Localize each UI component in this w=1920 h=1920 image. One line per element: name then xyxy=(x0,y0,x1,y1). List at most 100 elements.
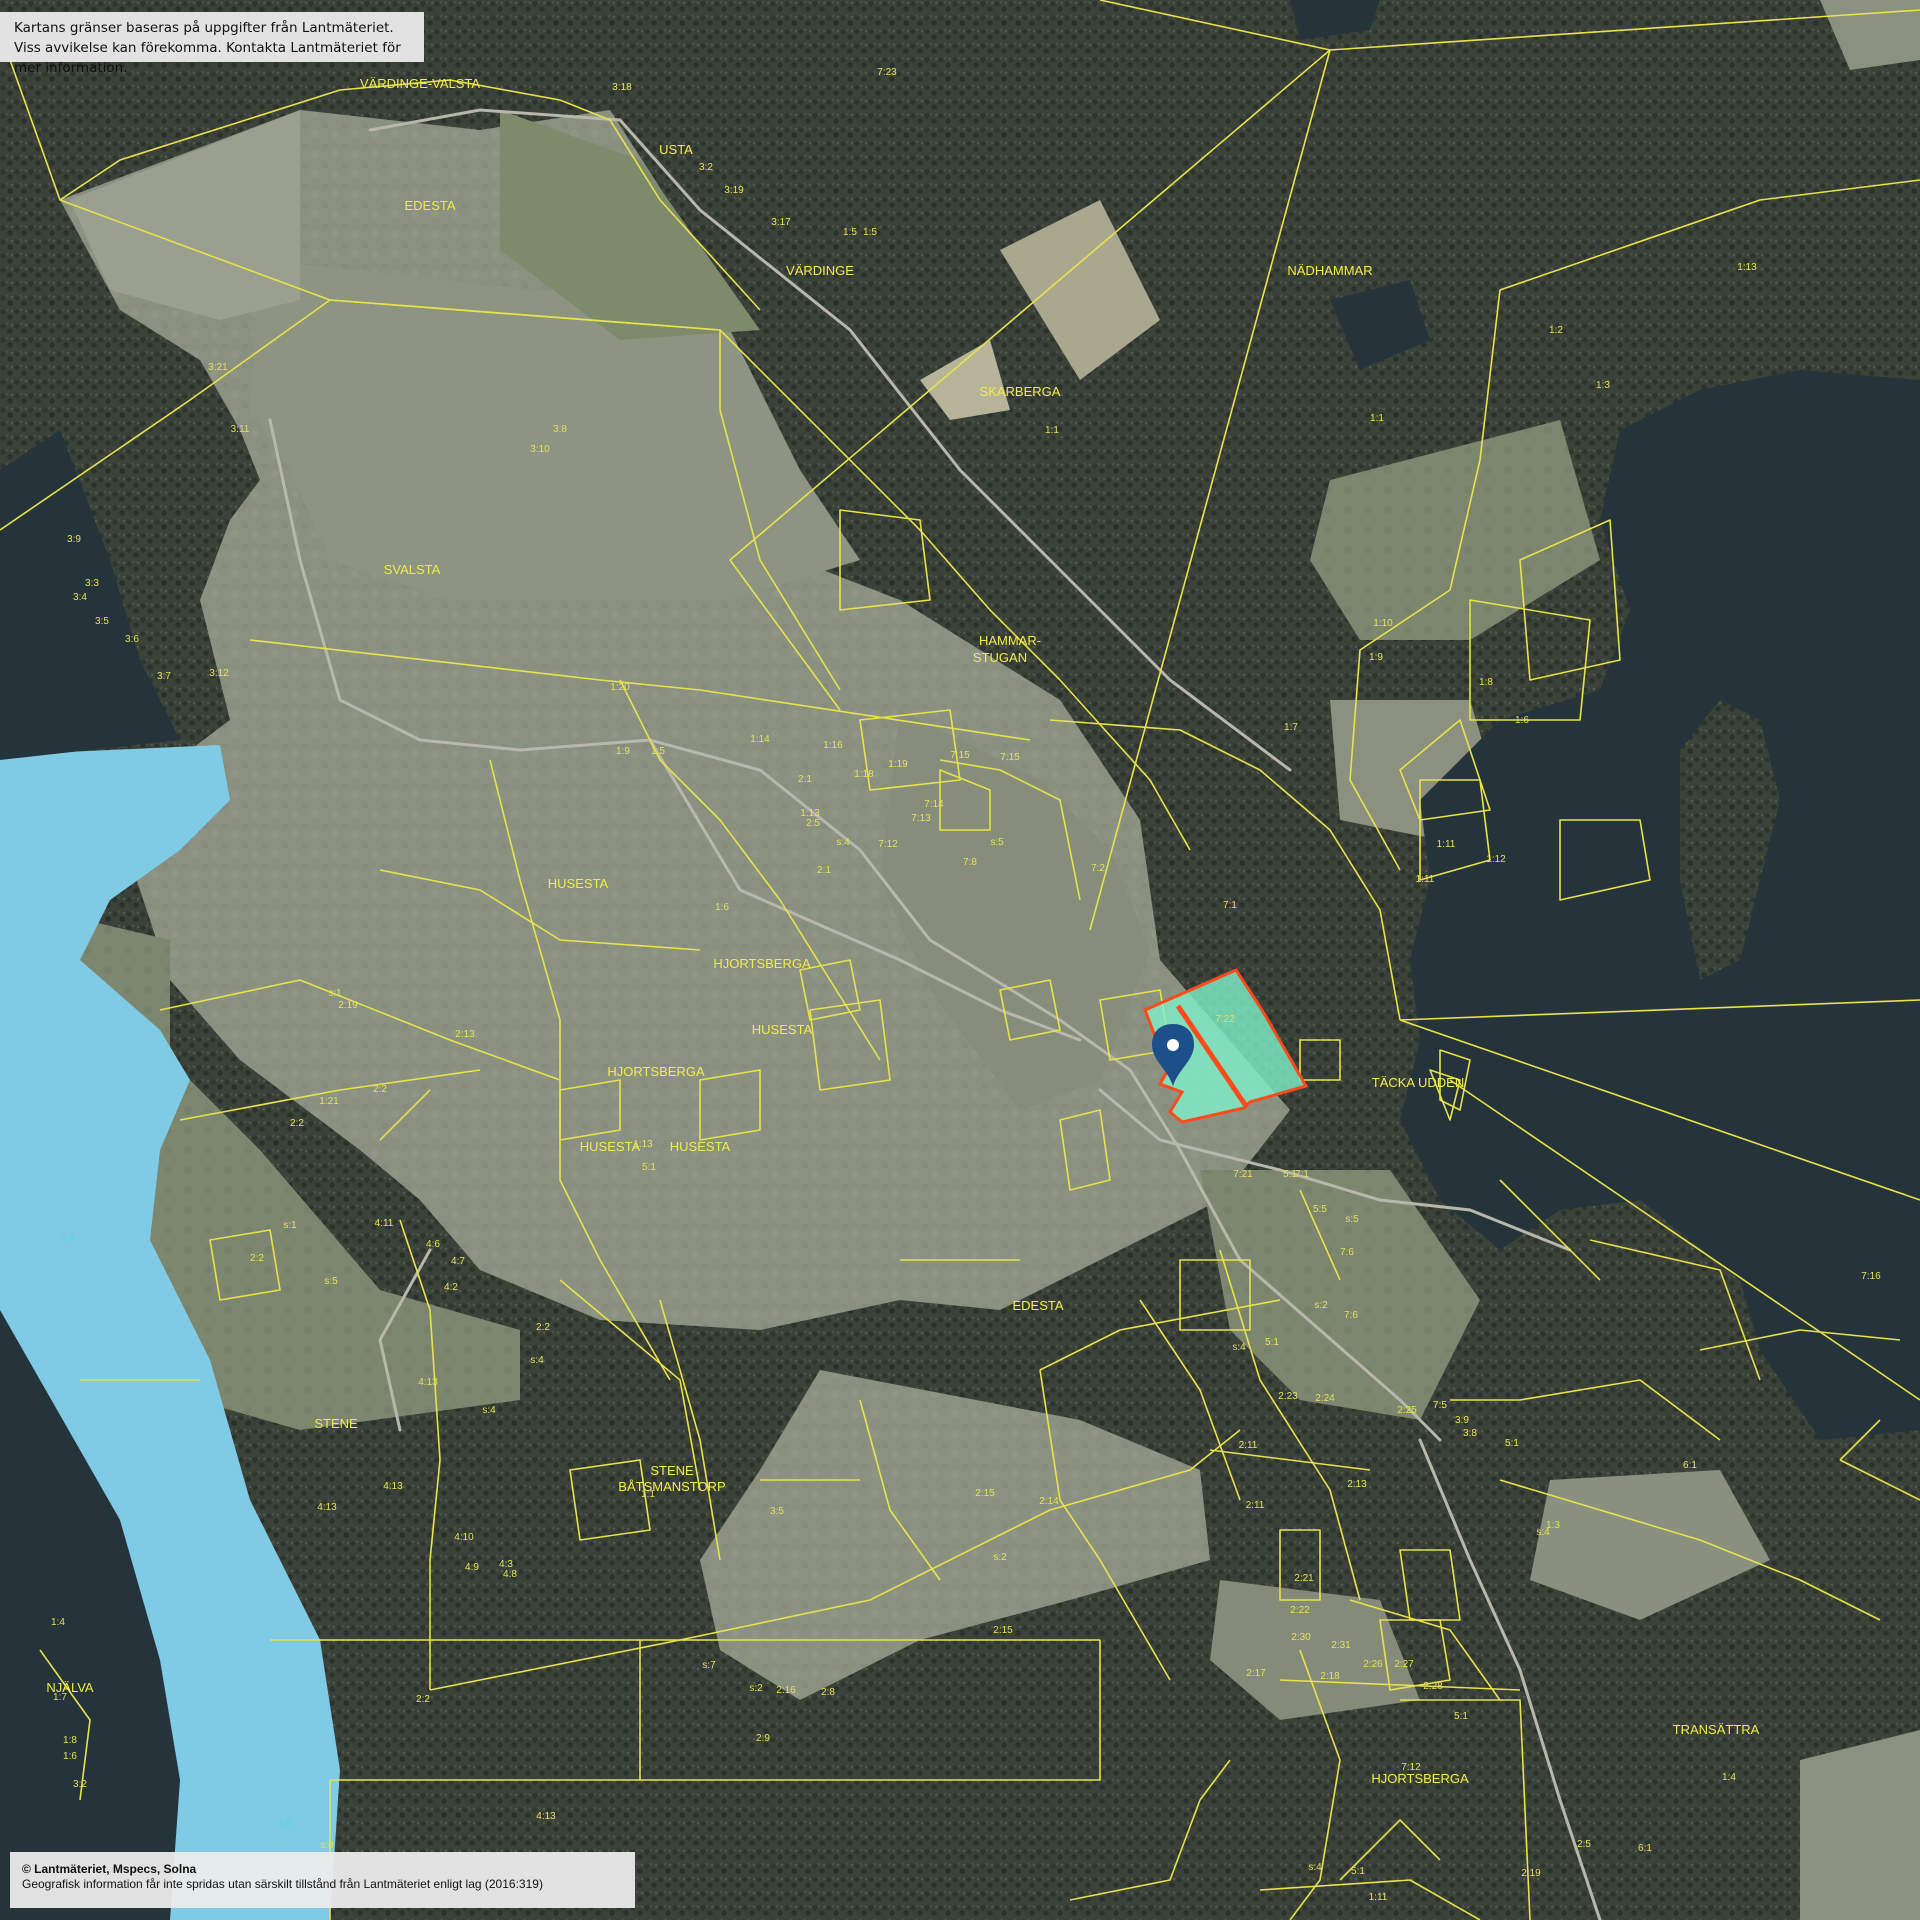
parcel-id-label: 3:10 xyxy=(530,444,550,455)
parcel-id-label: 1:1 xyxy=(1370,413,1384,424)
parcel-id-label: s:4 xyxy=(1232,1342,1246,1353)
parcel-id-label: 5:1 xyxy=(1351,1866,1365,1877)
map-canvas[interactable]: VÄRDINGE-VALSTA EDESTA USTA VÄRDINGE NÄDHAMM… xyxy=(0,0,1920,1920)
parcel-id-label: 2:22 xyxy=(1290,1605,1310,1616)
parcel-id-label: 3:8 xyxy=(553,424,567,435)
parcel-id-label: 7:8 xyxy=(963,857,977,868)
disclaimer-line-1: Kartans gränser baseras på uppgifter frå… xyxy=(14,20,394,36)
place-name-label: USTA xyxy=(659,142,693,157)
parcel-id-label: 2:23 xyxy=(1278,1391,1298,1402)
parcel-id-label: 3:11 xyxy=(231,424,250,435)
parcel-id-label: 1:9 xyxy=(616,746,630,757)
parcel-id-label: 4:8 xyxy=(503,1569,517,1580)
parcel-id-label: 3:2 xyxy=(699,162,713,173)
parcel-id-label: 1:4 xyxy=(51,1617,65,1628)
parcel-id-label: 2:27 xyxy=(1394,1659,1414,1670)
parcel-id-label: 5:5 xyxy=(1313,1204,1327,1215)
water-parcel-label: s:8 xyxy=(278,1818,292,1829)
parcel-id-label: 3:6 xyxy=(125,634,139,645)
parcel-id-label: 2:2 xyxy=(373,1084,387,1095)
parcel-id-label: 7:15 xyxy=(1000,752,1020,763)
parcel-id-label: 7:5 xyxy=(1433,1400,1447,1411)
parcel-id-label: 3:21 xyxy=(208,362,228,373)
parcel-id-label: 1:5 xyxy=(843,227,857,238)
parcel-id-label: 2:26 xyxy=(1363,1659,1383,1670)
place-name-label: HJORTSBERGA xyxy=(607,1064,705,1079)
parcel-id-label: s:4 xyxy=(1308,1862,1322,1873)
place-name-label: HUSESTA xyxy=(548,876,609,891)
parcel-id-label: 5:1 xyxy=(1265,1337,1279,1348)
parcel-id-label: 7:23 xyxy=(877,67,897,78)
parcel-id-label: s:5 xyxy=(1345,1214,1359,1225)
parcel-id-label: 4:2 xyxy=(444,1282,458,1293)
parcel-id-label: 2:31 xyxy=(1331,1640,1351,1651)
parcel-id-label: s:1 xyxy=(328,988,342,999)
parcel-id-label: 7:1 xyxy=(1295,1169,1309,1180)
parcel-id-label: 7:2 xyxy=(1091,863,1105,874)
parcel-id-label: 2:1 xyxy=(817,865,831,876)
parcel-id-label: 2:25 xyxy=(1397,1405,1417,1416)
parcel-id-label: 2:19 xyxy=(1521,1868,1541,1879)
parcel-id-label: 1:16 xyxy=(823,740,843,751)
parcel-id-label: 4:6 xyxy=(426,1239,440,1250)
parcel-id-label: 3:19 xyxy=(724,185,744,196)
copyright-notice: © Lantmäteriet, Mspecs, Solna Geografisk… xyxy=(10,1852,635,1908)
parcel-id-label: 4:9 xyxy=(465,1562,479,1573)
parcel-id-label: 1:7 xyxy=(1284,722,1298,733)
parcel-id-label: 2:2 xyxy=(290,1118,304,1129)
parcel-id-label: 6:1 xyxy=(1683,1460,1697,1471)
parcel-id-label: s:1 xyxy=(283,1220,297,1231)
parcel-id-label: s:4 xyxy=(530,1355,544,1366)
copyright-line-2: Geografisk information får inte spridas … xyxy=(22,1877,543,1891)
parcel-id-label: 1:5 xyxy=(863,227,877,238)
water-parcel-label: s:8 xyxy=(61,1233,75,1244)
parcel-id-label: 4:11 xyxy=(375,1218,394,1229)
parcel-id-label: 5:1 xyxy=(642,1162,656,1173)
parcel-id-label: 2:2 xyxy=(416,1694,430,1705)
parcel-id-label: 1:6 xyxy=(1515,715,1529,726)
parcel-id-label: 3:7 xyxy=(157,671,171,682)
parcel-id-label: 3:5 xyxy=(770,1506,784,1517)
place-name-label: NÄDHAMMAR xyxy=(1287,263,1372,278)
parcel-id-label: 3:12 xyxy=(209,668,229,679)
parcel-id-label: 1:10 xyxy=(1373,618,1393,629)
parcel-id-label: 1:6 xyxy=(715,902,729,913)
place-name-label: HAMMAR- xyxy=(979,633,1041,648)
parcel-id-label: 1:3 xyxy=(1546,1520,1560,1531)
parcel-id-label: 2:2 xyxy=(250,1253,264,1264)
parcel-id-label: 2:21 xyxy=(1294,1573,1314,1584)
place-name-label: VÄRDINGE xyxy=(786,263,854,278)
parcel-id-label: 2:18 xyxy=(1320,1671,1340,1682)
parcel-id-label: s:4 xyxy=(482,1405,496,1416)
parcel-id-label: 1:7 xyxy=(53,1692,67,1703)
parcel-id-label: 1:6 xyxy=(63,1751,77,1762)
parcel-id-label: 1:2 xyxy=(1549,325,1563,336)
place-name-label: EDESTA xyxy=(1012,1298,1063,1313)
parcel-id-label: 1:8 xyxy=(1479,677,1493,688)
parcel-id-label: 2:1 xyxy=(798,774,812,785)
parcel-id-label: 4:13 xyxy=(536,1811,556,1822)
parcel-id-label: 2:8 xyxy=(821,1687,835,1698)
parcel-id-label: 3:8 xyxy=(1463,1428,1477,1439)
disclaimer-line-2: Viss avvikelse kan förekomma. Kontakta L… xyxy=(14,40,401,76)
parcel-id-label: 1:11 xyxy=(1369,1892,1388,1903)
parcel-id-label: 1:3 xyxy=(1596,380,1610,391)
parcel-id-label: 1:12 xyxy=(1486,854,1506,865)
parcel-id-label: 2:15 xyxy=(975,1488,995,1499)
parcel-id-label: 5:1 xyxy=(1454,1711,1468,1722)
parcel-id-label: 3:5 xyxy=(95,616,109,627)
parcel-id-label: 7:22 xyxy=(1215,1014,1235,1025)
parcel-id-label: 2:13 xyxy=(1347,1479,1367,1490)
parcel-id-label: 2:30 xyxy=(1291,1632,1311,1643)
parcel-id-label: 1:14 xyxy=(750,734,770,745)
place-name-label: HUSESTA xyxy=(752,1022,813,1037)
boundary-disclaimer: Kartans gränser baseras på uppgifter frå… xyxy=(0,12,424,76)
parcel-id-label: 2:2 xyxy=(536,1322,550,1333)
parcel-id-label: s:7 xyxy=(702,1660,716,1671)
parcel-id-label: 1:9 xyxy=(1369,652,1383,663)
parcel-id-label: 1:21 xyxy=(319,1096,339,1107)
parcel-id-label: 2:11 xyxy=(1239,1440,1258,1451)
parcel-id-label: s:5 xyxy=(324,1276,338,1287)
parcel-id-label: 2:28 xyxy=(1423,1681,1443,1692)
parcel-id-label: 1:13 xyxy=(633,1139,653,1150)
